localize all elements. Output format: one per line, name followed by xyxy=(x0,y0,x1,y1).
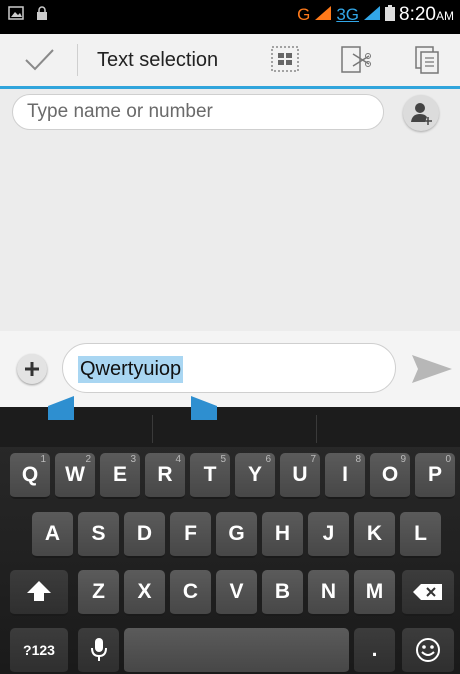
attach-button[interactable] xyxy=(17,354,47,384)
recipient-input[interactable] xyxy=(12,94,384,130)
copy-icon[interactable] xyxy=(413,44,447,76)
key-d[interactable]: D xyxy=(124,512,165,558)
key-h[interactable]: H xyxy=(262,512,303,558)
select-all-icon[interactable] xyxy=(270,44,304,76)
selection-end-handle[interactable] xyxy=(191,396,217,420)
voice-input-key[interactable] xyxy=(78,628,119,674)
key-z[interactable]: Z xyxy=(78,570,119,616)
check-icon[interactable] xyxy=(22,42,56,81)
shift-key[interactable] xyxy=(10,570,68,616)
key-o[interactable]: O9 xyxy=(370,453,410,499)
key-k[interactable]: K xyxy=(354,512,395,558)
text-selection-action-bar: Text selection xyxy=(0,34,460,89)
screenshot-icon xyxy=(8,6,24,25)
signal-icon-blue xyxy=(363,5,381,26)
period-key[interactable]: . xyxy=(354,628,395,674)
soft-keyboard: Q1 W2 E3 R4 T5 Y6 U7 I8 O9 P0 A S D F G … xyxy=(0,407,460,674)
message-field[interactable]: Qwertyuiop xyxy=(62,343,396,393)
symbols-key[interactable]: ?123 xyxy=(10,628,68,674)
key-a[interactable]: A xyxy=(32,512,73,558)
key-q[interactable]: Q1 xyxy=(10,453,50,499)
plus-icon xyxy=(25,362,39,376)
key-p[interactable]: P0 xyxy=(415,453,455,499)
key-t[interactable]: T5 xyxy=(190,453,230,499)
key-f[interactable]: F xyxy=(170,512,211,558)
add-contact-button[interactable] xyxy=(403,95,439,131)
selection-start-handle[interactable] xyxy=(48,396,74,420)
key-b[interactable]: B xyxy=(262,570,303,616)
action-bar-title: Text selection xyxy=(97,49,219,71)
selected-text[interactable]: Qwertyuiop xyxy=(78,356,184,383)
emoji-key[interactable] xyxy=(402,628,454,674)
network-type-3g: 3G xyxy=(336,5,360,24)
key-c[interactable]: C xyxy=(170,570,211,616)
key-w[interactable]: W2 xyxy=(55,453,95,499)
smiley-icon xyxy=(416,638,440,662)
cut-icon[interactable] xyxy=(339,44,373,76)
message-history-area xyxy=(0,89,460,331)
shift-icon xyxy=(27,581,51,601)
send-icon[interactable] xyxy=(410,351,454,392)
backspace-icon xyxy=(413,584,442,600)
status-bar: G 3G 8:20AM xyxy=(0,0,460,34)
key-e[interactable]: E3 xyxy=(100,453,140,499)
key-i[interactable]: I8 xyxy=(325,453,365,499)
key-r[interactable]: R4 xyxy=(145,453,185,499)
key-m[interactable]: M xyxy=(354,570,395,616)
clock: 8:20AM xyxy=(399,4,454,25)
lock-icon xyxy=(36,6,48,25)
microphone-icon xyxy=(90,638,107,661)
key-v[interactable]: V xyxy=(216,570,257,616)
key-x[interactable]: X xyxy=(124,570,165,616)
key-y[interactable]: Y6 xyxy=(235,453,275,499)
key-j[interactable]: J xyxy=(308,512,349,558)
battery-icon xyxy=(385,4,396,26)
signal-icon-orange xyxy=(314,5,332,26)
key-s[interactable]: S xyxy=(78,512,119,558)
key-l[interactable]: L xyxy=(400,512,441,558)
key-g[interactable]: G xyxy=(216,512,257,558)
key-n[interactable]: N xyxy=(308,570,349,616)
action-bar-divider xyxy=(77,44,78,76)
network-type-g: G xyxy=(297,5,311,24)
space-key[interactable] xyxy=(124,628,349,674)
add-contact-icon xyxy=(411,103,432,125)
backspace-key[interactable] xyxy=(402,570,454,616)
key-u[interactable]: U7 xyxy=(280,453,320,499)
